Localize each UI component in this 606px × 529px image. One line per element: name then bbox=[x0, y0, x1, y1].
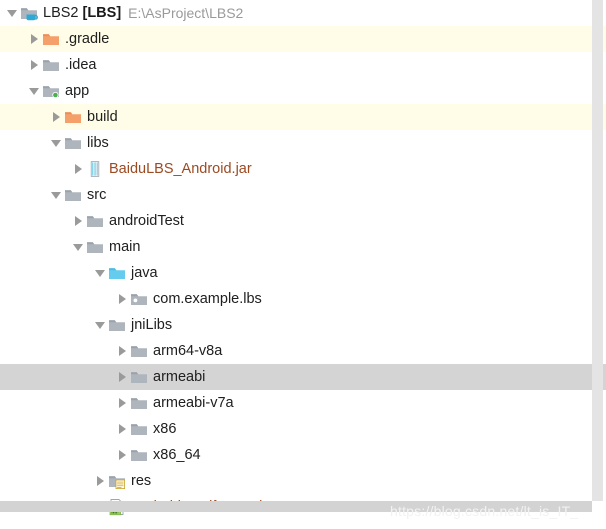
tree-row[interactable]: x86 bbox=[0, 416, 606, 442]
tree-row[interactable]: .idea bbox=[0, 52, 606, 78]
tree-row-label: java bbox=[131, 265, 158, 281]
folder-gray-icon bbox=[64, 134, 82, 152]
tree-row[interactable]: LBS2 [LBS] E:\AsProject\LBS2 bbox=[0, 0, 606, 26]
project-path-label: E:\AsProject\LBS2 bbox=[128, 5, 244, 21]
expand-arrow-icon[interactable] bbox=[92, 468, 108, 494]
tree-row-label: androidTest bbox=[109, 213, 184, 229]
folder-gray-icon bbox=[64, 186, 82, 204]
project-tree[interactable]: LBS2 [LBS] E:\AsProject\LBS2 .gradle .idea ap… bbox=[0, 0, 606, 529]
tree-row-label: armeabi-v7a bbox=[153, 395, 234, 411]
tree-row[interactable]: .gradle bbox=[0, 26, 606, 52]
tree-row[interactable]: libs bbox=[0, 130, 606, 156]
tree-row-label: x86 bbox=[153, 421, 177, 437]
tree-row[interactable]: jniLibs bbox=[0, 312, 606, 338]
expand-arrow-icon[interactable] bbox=[70, 156, 86, 182]
tree-row[interactable]: src bbox=[0, 182, 606, 208]
tree-row[interactable]: java bbox=[0, 260, 606, 286]
folder-source-cyan-icon bbox=[108, 264, 126, 282]
project-name-label: LBS2 bbox=[43, 5, 79, 21]
tree-row-label: build bbox=[87, 109, 118, 125]
scrollbar-corner bbox=[592, 501, 606, 512]
tree-row[interactable]: res bbox=[0, 468, 606, 494]
folder-gray-icon bbox=[130, 368, 148, 386]
tree-row[interactable]: armeabi-v7a bbox=[0, 390, 606, 416]
expand-arrow-icon[interactable] bbox=[114, 416, 130, 442]
tree-row[interactable]: arm64-v8a bbox=[0, 338, 606, 364]
collapse-arrow-icon[interactable] bbox=[48, 130, 64, 156]
module-icon bbox=[20, 4, 38, 22]
tree-row[interactable]: androidTest bbox=[0, 208, 606, 234]
collapse-arrow-icon[interactable] bbox=[26, 78, 42, 104]
tree-row[interactable]: build bbox=[0, 104, 606, 130]
tree-row[interactable]: armeabi bbox=[0, 364, 606, 390]
tree-row-label: res bbox=[131, 473, 152, 489]
tree-row-label: .gradle bbox=[65, 31, 110, 47]
folder-gray-icon bbox=[86, 238, 104, 256]
module-tag-label: [LBS] bbox=[82, 5, 122, 21]
tree-row-label: BaiduLBS_Android.jar bbox=[109, 161, 252, 177]
folder-gray-icon bbox=[130, 342, 148, 360]
jar-file-icon bbox=[86, 160, 104, 178]
expand-arrow-icon[interactable] bbox=[114, 390, 130, 416]
tree-row[interactable]: x86_64 bbox=[0, 442, 606, 468]
tree-row-label: x86_64 bbox=[153, 447, 201, 463]
tree-row-label: arm64-v8a bbox=[153, 343, 223, 359]
tree-row[interactable]: com.example.lbs bbox=[0, 286, 606, 312]
folder-gray-icon bbox=[130, 420, 148, 438]
collapse-arrow-icon[interactable] bbox=[48, 182, 64, 208]
expand-arrow-icon[interactable] bbox=[48, 104, 64, 130]
tree-row[interactable]: main bbox=[0, 234, 606, 260]
expand-arrow-icon[interactable] bbox=[114, 338, 130, 364]
vertical-scrollbar[interactable] bbox=[592, 0, 603, 501]
folder-gray-icon bbox=[108, 316, 126, 334]
expand-arrow-icon[interactable] bbox=[70, 208, 86, 234]
expand-arrow-icon[interactable] bbox=[114, 442, 130, 468]
tree-row[interactable]: BaiduLBS_Android.jar bbox=[0, 156, 606, 182]
horizontal-scrollbar[interactable] bbox=[0, 501, 592, 512]
collapse-arrow-icon[interactable] bbox=[92, 260, 108, 286]
folder-gray-icon bbox=[86, 212, 104, 230]
expand-arrow-icon[interactable] bbox=[26, 52, 42, 78]
tree-row-label: com.example.lbs bbox=[153, 291, 262, 307]
collapse-arrow-icon[interactable] bbox=[92, 312, 108, 338]
tree-row-label: jniLibs bbox=[131, 317, 173, 333]
expand-arrow-icon[interactable] bbox=[26, 26, 42, 52]
tree-row-label: app bbox=[65, 83, 90, 99]
tree-row-label: src bbox=[87, 187, 107, 203]
package-icon bbox=[130, 290, 148, 308]
collapse-arrow-icon[interactable] bbox=[70, 234, 86, 260]
expand-arrow-icon[interactable] bbox=[114, 364, 130, 390]
folder-gray-icon bbox=[130, 446, 148, 464]
folder-gray-icon bbox=[42, 56, 60, 74]
tree-row-label: armeabi bbox=[153, 369, 206, 385]
tree-row-label: main bbox=[109, 239, 141, 255]
folder-orange-icon bbox=[64, 108, 82, 126]
expand-arrow-icon[interactable] bbox=[114, 286, 130, 312]
folder-res-icon bbox=[108, 472, 126, 490]
folder-gray-icon bbox=[130, 394, 148, 412]
tree-row-label: .idea bbox=[65, 57, 97, 73]
folder-module-green-icon bbox=[42, 82, 60, 100]
tree-row[interactable]: app bbox=[0, 78, 606, 104]
tree-row-label: libs bbox=[87, 135, 109, 151]
folder-orange-icon bbox=[42, 30, 60, 48]
collapse-arrow-icon[interactable] bbox=[4, 0, 20, 26]
